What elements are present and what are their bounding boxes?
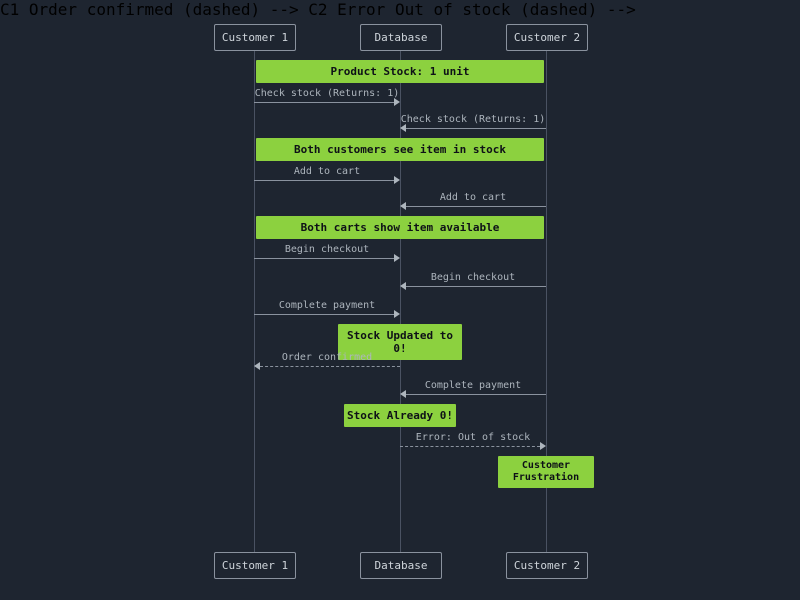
- msg-line: [406, 128, 546, 129]
- msg-label: Complete payment: [254, 300, 400, 311]
- msg-label: Complete payment: [400, 380, 546, 391]
- msg-line: [254, 314, 394, 315]
- actor-database-top: Database: [360, 24, 442, 51]
- note-both-carts: Both carts show item available: [256, 216, 544, 239]
- arrow-left-icon: [400, 390, 406, 398]
- arrow-left-icon: [400, 282, 406, 290]
- arrow-right-icon: [394, 176, 400, 184]
- arrow-left-icon: [254, 362, 260, 370]
- msg-line: [260, 366, 400, 367]
- msg-line: [406, 394, 546, 395]
- msg-label: Check stock (Returns: 1): [254, 88, 400, 99]
- actor-database-bottom: Database: [360, 552, 442, 579]
- sequence-diagram: Customer 1 Database Customer 2 Customer …: [0, 0, 800, 600]
- msg-line: [254, 258, 394, 259]
- msg-line: [254, 180, 394, 181]
- arrow-right-icon: [394, 310, 400, 318]
- actor-customer1-bottom: Customer 1: [214, 552, 296, 579]
- actor-customer2-top: Customer 2: [506, 24, 588, 51]
- msg-label: Check stock (Returns: 1): [400, 114, 546, 125]
- msg-line: [406, 286, 546, 287]
- note-both-see-stock: Both customers see item in stock: [256, 138, 544, 161]
- msg-label: Error: Out of stock: [400, 432, 546, 443]
- arrow-left-icon: [400, 124, 406, 132]
- msg-line: [406, 206, 546, 207]
- msg-label: Order confirmed: [254, 352, 400, 363]
- msg-label: Begin checkout: [254, 244, 400, 255]
- note-customer-frustration: Customer Frustration: [498, 456, 594, 488]
- actor-customer2-bottom: Customer 2: [506, 552, 588, 579]
- note-stock-already-zero: Stock Already 0!: [344, 404, 456, 427]
- msg-label: Add to cart: [400, 192, 546, 203]
- msg-line: [400, 446, 540, 447]
- msg-label: Add to cart: [254, 166, 400, 177]
- msg-label: Begin checkout: [400, 272, 546, 283]
- arrow-left-icon: [400, 202, 406, 210]
- note-product-stock: Product Stock: 1 unit: [256, 60, 544, 83]
- arrow-right-icon: [394, 254, 400, 262]
- actor-customer1-top: Customer 1: [214, 24, 296, 51]
- arrow-right-icon: [540, 442, 546, 450]
- arrow-right-icon: [394, 98, 400, 106]
- msg-line: [254, 102, 394, 103]
